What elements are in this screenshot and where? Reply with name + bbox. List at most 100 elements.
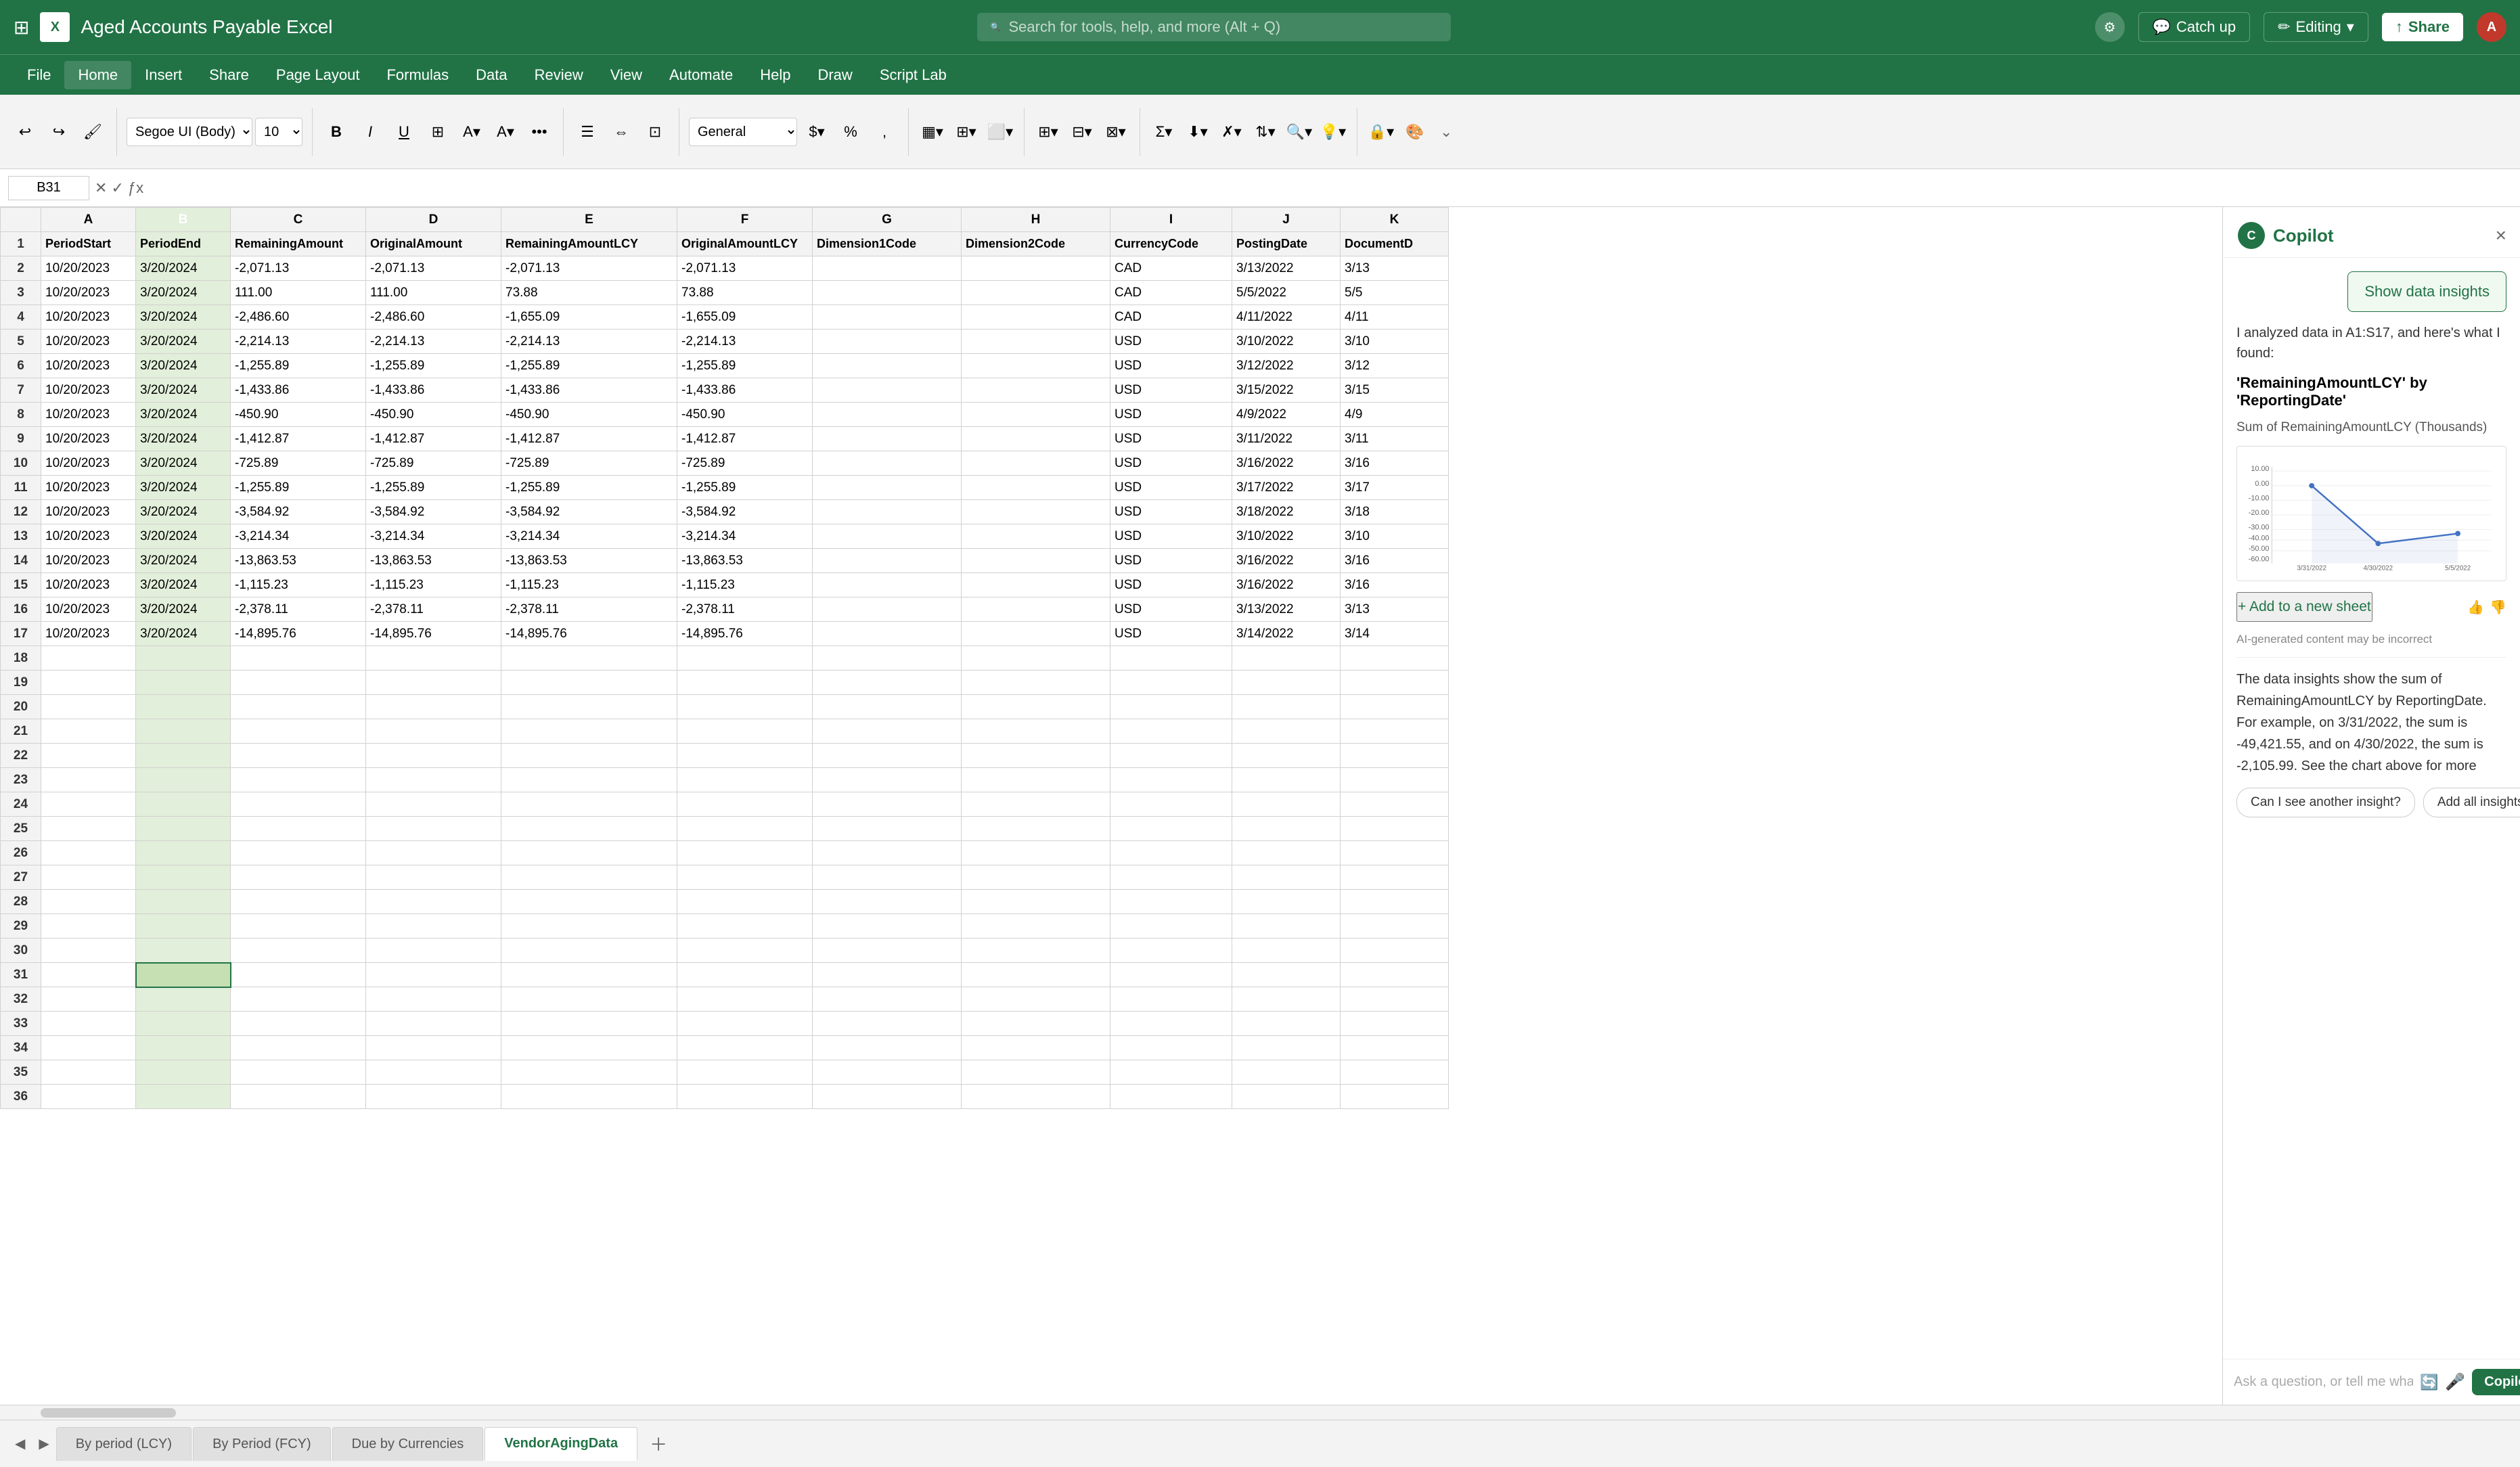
cell-B12[interactable]: 3/20/2024 bbox=[136, 500, 231, 524]
comma-btn[interactable]: , bbox=[870, 118, 899, 146]
cell-D8[interactable]: -450.90 bbox=[366, 403, 501, 427]
ribbon-expand-btn[interactable]: ⌄ bbox=[1435, 120, 1458, 143]
app-grid-icon[interactable]: ⊞ bbox=[14, 16, 29, 39]
cell-D2[interactable]: -2,071.13 bbox=[366, 256, 501, 281]
cell-F4[interactable]: -1,655.09 bbox=[677, 305, 813, 330]
cell-D14[interactable]: -13,863.53 bbox=[366, 549, 501, 573]
cell-E10[interactable]: -725.89 bbox=[501, 451, 677, 476]
header-cell-c1[interactable]: RemainingAmount bbox=[231, 232, 366, 256]
cell-G3[interactable] bbox=[813, 281, 962, 305]
cell-H8[interactable] bbox=[962, 403, 1110, 427]
cell-B34[interactable] bbox=[136, 1036, 231, 1060]
cell-B21[interactable] bbox=[136, 719, 231, 744]
refresh-icon[interactable]: 🔄 bbox=[2420, 1374, 2438, 1391]
cell-A14[interactable]: 10/20/2023 bbox=[41, 549, 136, 573]
cell-C5[interactable]: -2,214.13 bbox=[231, 330, 366, 354]
cell-H12[interactable] bbox=[962, 500, 1110, 524]
cell-B8[interactable]: 3/20/2024 bbox=[136, 403, 231, 427]
cell-D4[interactable]: -2,486.60 bbox=[366, 305, 501, 330]
cell-G29[interactable] bbox=[813, 914, 962, 939]
cell-C6[interactable]: -1,255.89 bbox=[231, 354, 366, 378]
cell-K32[interactable] bbox=[1341, 987, 1449, 1012]
cell-H19[interactable] bbox=[962, 671, 1110, 695]
menu-help[interactable]: Help bbox=[746, 61, 804, 89]
header-cell-b1[interactable]: PeriodEnd bbox=[136, 232, 231, 256]
cancel-formula-icon[interactable]: ✕ bbox=[95, 179, 107, 197]
microphone-icon[interactable]: 🎤 bbox=[2445, 1372, 2465, 1392]
cell-E20[interactable] bbox=[501, 695, 677, 719]
cell-K30[interactable] bbox=[1341, 939, 1449, 963]
cell-H15[interactable] bbox=[962, 573, 1110, 597]
cell-G27[interactable] bbox=[813, 865, 962, 890]
cell-J14[interactable]: 3/16/2022 bbox=[1232, 549, 1341, 573]
cell-A28[interactable] bbox=[41, 890, 136, 914]
col-header-i[interactable]: I bbox=[1110, 208, 1232, 232]
cell-I6[interactable]: USD bbox=[1110, 354, 1232, 378]
cell-H34[interactable] bbox=[962, 1036, 1110, 1060]
cell-H14[interactable] bbox=[962, 549, 1110, 573]
avatar[interactable]: A bbox=[2477, 12, 2506, 42]
cell-B31[interactable] bbox=[136, 963, 231, 987]
cell-D9[interactable]: -1,412.87 bbox=[366, 427, 501, 451]
menu-data[interactable]: Data bbox=[462, 61, 520, 89]
cell-I36[interactable] bbox=[1110, 1085, 1232, 1109]
cell-E7[interactable]: -1,433.86 bbox=[501, 378, 677, 403]
sort-btn[interactable]: ⇅▾ bbox=[1251, 118, 1280, 146]
cell-C34[interactable] bbox=[231, 1036, 366, 1060]
grid-container[interactable]: A B C D E F G H I J K bbox=[0, 207, 2222, 1405]
cell-G26[interactable] bbox=[813, 841, 962, 865]
cell-J17[interactable]: 3/14/2022 bbox=[1232, 622, 1341, 646]
cell-D23[interactable] bbox=[366, 768, 501, 792]
cell-B6[interactable]: 3/20/2024 bbox=[136, 354, 231, 378]
cell-C7[interactable]: -1,433.86 bbox=[231, 378, 366, 403]
cell-K35[interactable] bbox=[1341, 1060, 1449, 1085]
menu-automate[interactable]: Automate bbox=[656, 61, 746, 89]
cell-B17[interactable]: 3/20/2024 bbox=[136, 622, 231, 646]
cell-J28[interactable] bbox=[1232, 890, 1341, 914]
col-header-a[interactable]: A bbox=[41, 208, 136, 232]
cell-D32[interactable] bbox=[366, 987, 501, 1012]
cell-A2[interactable]: 10/20/2023 bbox=[41, 256, 136, 281]
cell-E36[interactable] bbox=[501, 1085, 677, 1109]
copilot-close-button[interactable]: × bbox=[2496, 225, 2506, 246]
cell-D13[interactable]: -3,214.34 bbox=[366, 524, 501, 549]
cell-B7[interactable]: 3/20/2024 bbox=[136, 378, 231, 403]
cell-E9[interactable]: -1,412.87 bbox=[501, 427, 677, 451]
ideas-btn[interactable]: 💡▾ bbox=[1319, 118, 1347, 146]
cell-F2[interactable]: -2,071.13 bbox=[677, 256, 813, 281]
cell-C8[interactable]: -450.90 bbox=[231, 403, 366, 427]
cell-I2[interactable]: CAD bbox=[1110, 256, 1232, 281]
underline-btn[interactable]: U bbox=[390, 118, 418, 146]
cell-J20[interactable] bbox=[1232, 695, 1341, 719]
cell-F22[interactable] bbox=[677, 744, 813, 768]
cell-J4[interactable]: 4/11/2022 bbox=[1232, 305, 1341, 330]
cell-A15[interactable]: 10/20/2023 bbox=[41, 573, 136, 597]
cell-K3[interactable]: 5/5 bbox=[1341, 281, 1449, 305]
header-cell-h1[interactable]: Dimension2Code bbox=[962, 232, 1110, 256]
cell-K23[interactable] bbox=[1341, 768, 1449, 792]
cell-J3[interactable]: 5/5/2022 bbox=[1232, 281, 1341, 305]
cell-K28[interactable] bbox=[1341, 890, 1449, 914]
cell-F6[interactable]: -1,255.89 bbox=[677, 354, 813, 378]
cell-G6[interactable] bbox=[813, 354, 962, 378]
cell-E34[interactable] bbox=[501, 1036, 677, 1060]
cell-G31[interactable] bbox=[813, 963, 962, 987]
cell-G30[interactable] bbox=[813, 939, 962, 963]
cell-I27[interactable] bbox=[1110, 865, 1232, 890]
cell-C18[interactable] bbox=[231, 646, 366, 671]
cell-B22[interactable] bbox=[136, 744, 231, 768]
percent-btn[interactable]: % bbox=[836, 118, 865, 146]
cell-D6[interactable]: -1,255.89 bbox=[366, 354, 501, 378]
cell-D22[interactable] bbox=[366, 744, 501, 768]
col-header-f[interactable]: F bbox=[677, 208, 813, 232]
cell-E5[interactable]: -2,214.13 bbox=[501, 330, 677, 354]
menu-insert[interactable]: Insert bbox=[131, 61, 196, 89]
cell-A3[interactable]: 10/20/2023 bbox=[41, 281, 136, 305]
cell-K8[interactable]: 4/9 bbox=[1341, 403, 1449, 427]
cell-I19[interactable] bbox=[1110, 671, 1232, 695]
cell-F35[interactable] bbox=[677, 1060, 813, 1085]
cell-E13[interactable]: -3,214.34 bbox=[501, 524, 677, 549]
another-insight-button[interactable]: Can I see another insight? bbox=[2236, 788, 2415, 817]
cell-G24[interactable] bbox=[813, 792, 962, 817]
cell-I28[interactable] bbox=[1110, 890, 1232, 914]
